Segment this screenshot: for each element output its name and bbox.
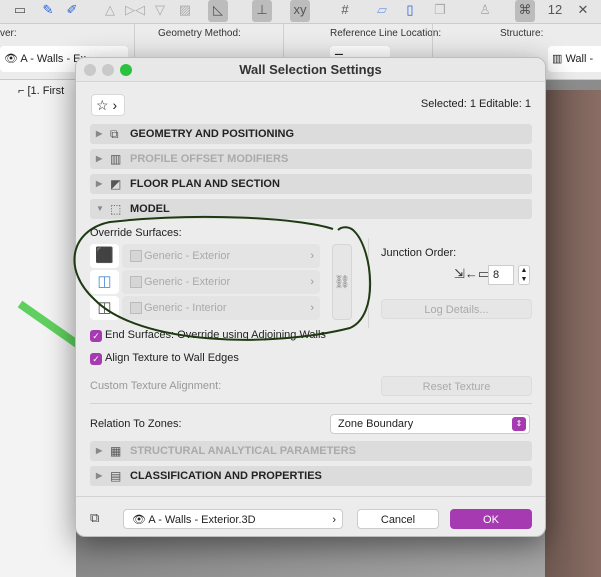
annotation-circle: [73, 215, 372, 341]
